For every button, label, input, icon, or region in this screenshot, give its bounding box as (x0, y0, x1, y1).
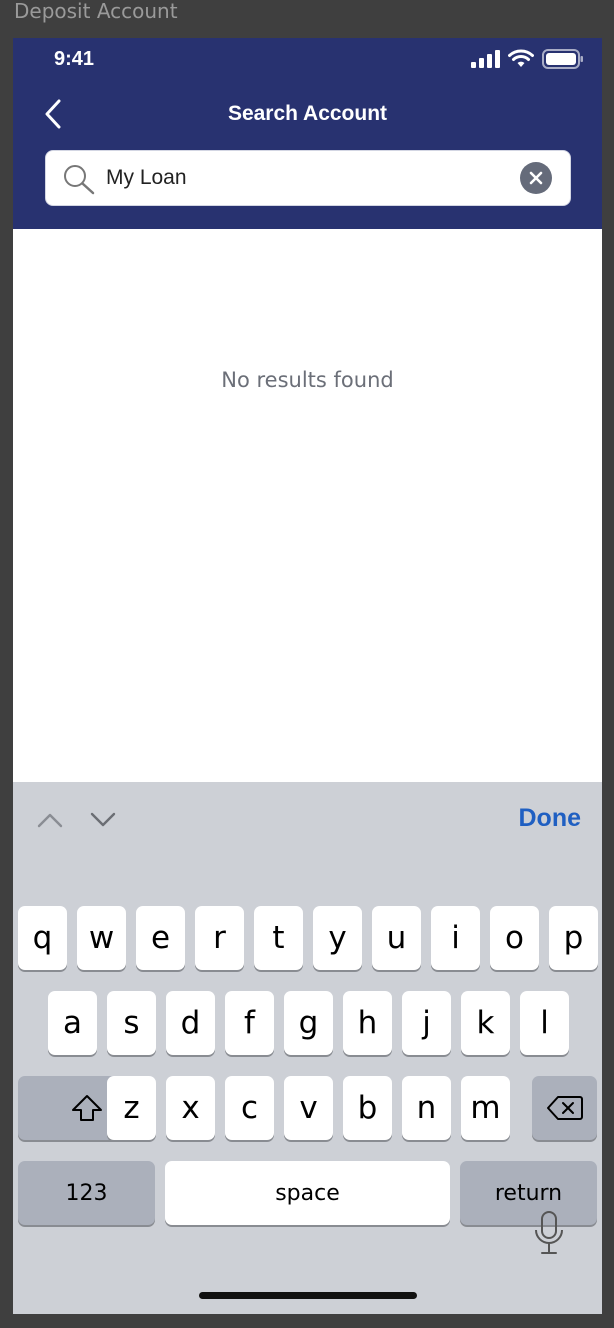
clear-search-button[interactable] (520, 162, 552, 194)
numbers-key[interactable]: 123 (18, 1161, 155, 1225)
close-icon (529, 171, 543, 185)
key-u[interactable]: u (372, 906, 421, 970)
key-m[interactable]: m (461, 1076, 510, 1140)
search-bar[interactable] (45, 150, 571, 206)
space-key[interactable]: space (165, 1161, 450, 1225)
battery-icon (542, 49, 583, 69)
status-icons (470, 48, 584, 70)
wifi-icon (508, 49, 534, 67)
app-header: 9:41 Search Account (13, 38, 602, 229)
done-button[interactable]: Done (519, 804, 582, 833)
key-v[interactable]: v (284, 1076, 333, 1140)
key-h[interactable]: h (343, 991, 392, 1055)
status-time: 9:41 (54, 48, 95, 70)
phone-screen: 9:41 Search Account My Loan No results f… (13, 38, 602, 1314)
signal-icon (471, 50, 500, 68)
key-i[interactable]: i (431, 906, 480, 970)
microphone-icon[interactable] (533, 1210, 565, 1256)
key-o[interactable]: o (490, 906, 539, 970)
key-l[interactable]: l (520, 991, 569, 1055)
key-a[interactable]: a (48, 991, 97, 1055)
chevron-up-icon[interactable] (35, 810, 65, 830)
key-k[interactable]: k (461, 991, 510, 1055)
search-input[interactable] (106, 161, 506, 195)
keyboard: Done 123 space return qwertyuiop asdfghjk… (13, 782, 602, 1314)
search-icon (64, 165, 95, 195)
return-key[interactable]: return (460, 1161, 597, 1225)
key-s[interactable]: s (107, 991, 156, 1055)
key-b[interactable]: b (343, 1076, 392, 1140)
key-r[interactable]: r (195, 906, 244, 970)
key-j[interactable]: j (402, 991, 451, 1055)
key-q[interactable]: q (18, 906, 67, 970)
key-w[interactable]: w (77, 906, 126, 970)
empty-state-message: No results found (221, 368, 394, 392)
key-f[interactable]: f (225, 991, 274, 1055)
key-g[interactable]: g (284, 991, 333, 1055)
key-y[interactable]: y (313, 906, 362, 970)
key-z[interactable]: z (107, 1076, 156, 1140)
page-title: Search Account (227, 102, 388, 125)
frame-label: Deposit Account (14, 0, 178, 23)
key-e[interactable]: e (136, 906, 185, 970)
home-indicator (199, 1292, 417, 1299)
backspace-icon (546, 1096, 583, 1120)
key-x[interactable]: x (166, 1076, 215, 1140)
chevron-down-icon[interactable] (88, 810, 118, 830)
key-d[interactable]: d (166, 991, 215, 1055)
key-c[interactable]: c (225, 1076, 274, 1140)
shift-icon (71, 1095, 102, 1121)
key-t[interactable]: t (254, 906, 303, 970)
key-n[interactable]: n (402, 1076, 451, 1140)
key-p[interactable]: p (549, 906, 598, 970)
delete-key[interactable] (532, 1076, 597, 1140)
